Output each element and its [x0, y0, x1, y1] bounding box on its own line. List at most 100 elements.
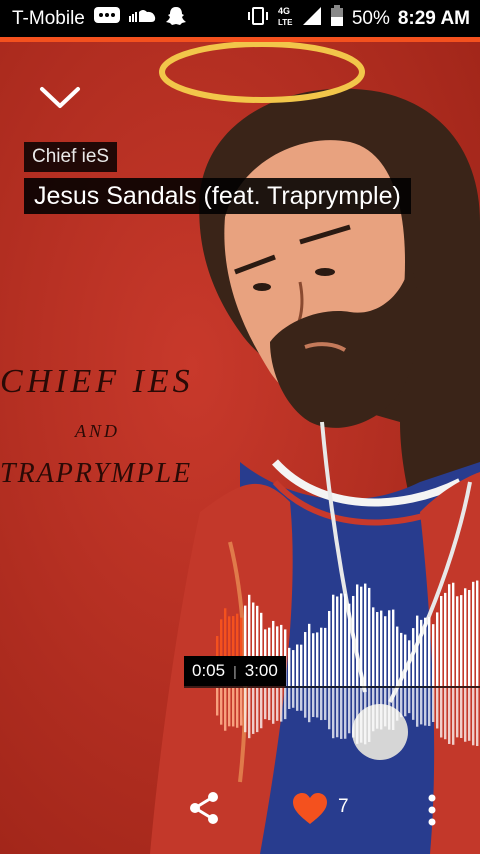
artwork-text-line2: AND [74, 421, 120, 441]
status-bar: T-Mobile 4G LTE 50% 8:29 AM [0, 0, 480, 37]
waveform-bar [292, 650, 295, 686]
waveform-bar [388, 610, 391, 686]
waveform-bar-reflection [452, 688, 455, 745]
waveform-bar-reflection [240, 688, 243, 726]
waveform-bar-reflection [360, 688, 363, 743]
waveform-bar-reflection [260, 688, 263, 729]
artwork-text-line1: CHIEF IES [0, 363, 194, 400]
waveform-bar [416, 615, 419, 686]
waveform-bar [440, 596, 443, 686]
waveform-bar [364, 583, 367, 686]
waveform-bar-reflection [268, 688, 271, 721]
waveform-bar-reflection [312, 688, 315, 718]
waveform-bar-reflection [340, 688, 343, 739]
waveform-bar [408, 640, 411, 686]
waveform-bar-reflection [272, 688, 275, 724]
waveform-bar-reflection [412, 688, 415, 720]
waveform-bar-reflection [376, 688, 379, 729]
lte-icon: 4G LTE [278, 5, 294, 33]
waveform-bar-reflection [456, 688, 459, 738]
waveform-bar-reflection [468, 688, 471, 741]
waveform-bar-reflection [460, 688, 463, 738]
waveform-bar [444, 592, 447, 686]
waveform-bar-reflection [392, 688, 395, 731]
waveform-bar-reflection [380, 688, 383, 730]
waveform-bar [468, 589, 471, 686]
more-options-button[interactable] [420, 790, 444, 830]
like-count: 7 [338, 796, 349, 817]
waveform-bar [476, 580, 479, 686]
chevron-down-icon [40, 87, 80, 108]
soundcloud-icon [128, 8, 157, 30]
waveform-bar [320, 627, 323, 686]
waveform-bar [432, 624, 435, 686]
waveform-bar-reflection [388, 688, 391, 730]
waveform-bar-reflection [224, 688, 227, 731]
waveform-bar-reflection [472, 688, 475, 746]
waveform-bar [352, 595, 355, 686]
waveform-bar [368, 587, 371, 686]
track-title: Jesus Sandals (feat. Traprymple) [24, 178, 411, 214]
player-controls: 7 [0, 780, 480, 840]
waveform-bar [332, 594, 335, 686]
waveform-bar [348, 603, 351, 686]
waveform-bar [420, 619, 423, 686]
waveform-bar-reflection [316, 688, 319, 718]
waveform-bar [288, 647, 291, 686]
waveform-bar-reflection [296, 688, 299, 711]
waveform-bar-reflection [244, 688, 247, 733]
waveform-bar-reflection [416, 688, 419, 727]
waveform-bar [336, 596, 339, 686]
waveform-bar-reflection [404, 688, 407, 717]
waveform-bar [428, 616, 431, 686]
waveform-bar [296, 644, 299, 686]
waveform-bar-reflection [308, 688, 311, 723]
battery-icon [330, 4, 344, 33]
waveform-bar-reflection [256, 688, 259, 733]
artwork-text-line3: TRAPRYMPLE [0, 458, 192, 489]
waveform-bar-reflection [220, 688, 223, 725]
waveform-bar [344, 593, 347, 686]
waveform-bar-reflection [444, 688, 447, 740]
waveform-bar [396, 626, 399, 686]
waveform-bar [300, 644, 303, 686]
artist-name[interactable]: Chief ieS [24, 142, 118, 172]
waveform-bar-reflection [476, 688, 479, 747]
signal-icon [302, 6, 322, 32]
share-button[interactable] [186, 790, 222, 826]
waveform-bar-reflection [332, 688, 335, 739]
waveform-bar-reflection [384, 688, 387, 727]
waveform-bar-reflection [300, 688, 303, 711]
clock: 8:29 AM [397, 7, 470, 29]
waveform-bar-reflection [328, 688, 331, 730]
waveform-bar [412, 628, 415, 686]
waveform-bar-reflection [284, 688, 287, 720]
waveform-bar [308, 623, 311, 686]
waveform-bar [404, 634, 407, 686]
waveform-bar [472, 581, 475, 686]
waveform-bar-reflection [320, 688, 323, 721]
waveform-bar [356, 584, 359, 686]
waveform-bar-reflection [400, 688, 403, 718]
waveform-bar-reflection [448, 688, 451, 744]
waveform-bar [464, 588, 467, 686]
waveform-bar-reflection [364, 688, 367, 745]
svg-text:4G: 4G [278, 6, 290, 16]
waveform-bar [360, 586, 363, 686]
waveform-bar-reflection [348, 688, 351, 734]
time-separator: | [233, 663, 237, 679]
elapsed-time: 0:05 [192, 661, 226, 680]
vibrate-icon [246, 6, 270, 32]
waveform-bar-reflection [428, 688, 431, 726]
waveform-bar [452, 582, 455, 686]
waveform-bar-reflection [424, 688, 427, 726]
waveform-bar [328, 610, 331, 686]
waveform-bar [456, 596, 459, 686]
waveform-bar-reflection [336, 688, 339, 738]
waveform-bar-reflection [276, 688, 279, 721]
like-button[interactable] [292, 792, 328, 826]
collapse-player-button[interactable] [32, 78, 88, 118]
waveform-bar-reflection [236, 688, 239, 728]
waveform-bar-reflection [440, 688, 443, 738]
waveform-bar [436, 612, 439, 686]
